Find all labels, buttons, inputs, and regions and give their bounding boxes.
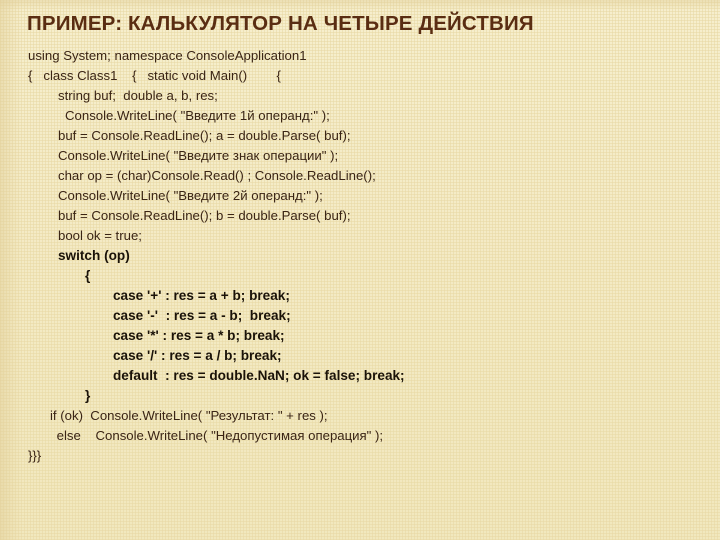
code-line: case '-' : res = a - b; break; [113, 308, 291, 323]
code-line: default : res = double.NaN; ok = false; … [113, 368, 405, 383]
slide-title: Пример: калькулятор на четыре действия [27, 12, 534, 35]
code-line: case '/' : res = a / b; break; [113, 348, 282, 363]
code-line: } [85, 388, 91, 403]
code-line: if (ok) Console.WriteLine( "Результат: "… [50, 408, 328, 423]
code-line: Console.WriteLine( "Введите знак операци… [58, 148, 339, 163]
code-line: }}} [28, 448, 42, 463]
code-line: bool ok = true; [58, 228, 142, 243]
code-line: string buf; double a, b, res; [58, 88, 218, 103]
code-line: Console.WriteLine( "Введите 1й операнд:"… [65, 108, 330, 123]
code-line: buf = Console.ReadLine(); a = double.Par… [58, 128, 351, 143]
code-line: { class Class1 { static void Main() { [28, 68, 281, 83]
code-line: { [85, 268, 91, 283]
code-line: case '*' : res = a * b; break; [113, 328, 285, 343]
top-edge-shading [0, 0, 720, 10]
code-listing: using System; namespace ConsoleApplicati… [0, 46, 720, 466]
presentation-slide: Пример: калькулятор на четыре действия u… [0, 0, 720, 540]
code-line: using System; namespace ConsoleApplicati… [28, 48, 307, 63]
code-line: switch (op) [58, 248, 130, 263]
code-line: buf = Console.ReadLine(); b = double.Par… [58, 208, 351, 223]
code-line: Console.WriteLine( "Введите 2й операнд:"… [58, 188, 323, 203]
code-line: char op = (char)Console.Read() ; Console… [58, 168, 376, 183]
code-line: else Console.WriteLine( "Недопустимая оп… [53, 428, 384, 443]
code-line: case '+' : res = a + b; break; [113, 288, 290, 303]
